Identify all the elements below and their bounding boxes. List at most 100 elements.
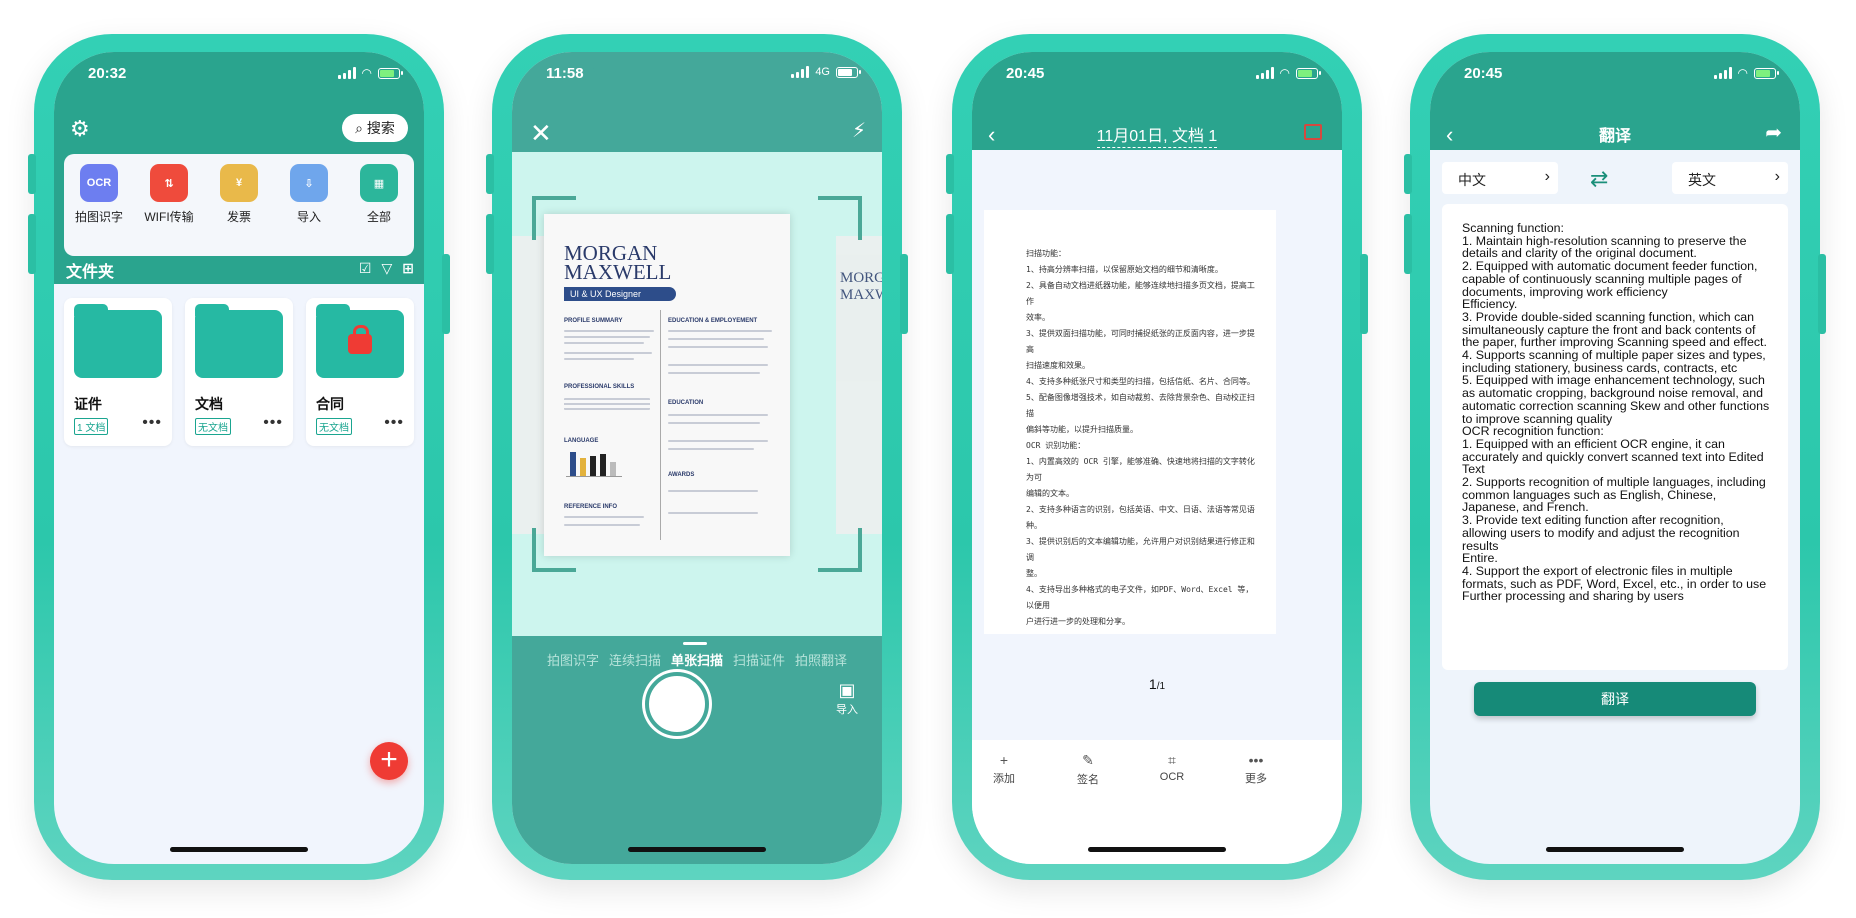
signal-icon [791,66,810,78]
toolbar-label: 添加 [993,773,1015,785]
toolbar-label: 更多 [1245,773,1267,785]
folder-icon [74,304,162,378]
add-page-button[interactable]: + 添加 [974,752,1034,786]
target-language-select[interactable]: 英文 › [1672,162,1788,194]
ocr-button[interactable]: ⌗ OCR [1142,752,1202,783]
chevron-right-icon: › [1774,168,1780,185]
text-line [668,414,768,416]
text-line [564,352,652,354]
status-time: 20:32 [88,65,127,82]
swap-languages-icon[interactable]: ⇄ [1590,166,1608,192]
translation-result[interactable]: Scanning function: 1. Maintain high-reso… [1442,204,1788,670]
quick-import[interactable]: ⇩ 导入 [279,164,339,225]
side-page-name: MAXW [840,287,882,303]
resume-last-name: MAXWELL [564,260,672,284]
resume-name: MORGAN MAXWELL [564,243,672,284]
import-button[interactable]: ▣ 导入 [836,680,858,717]
settings-gear-icon[interactable]: ⚙ [70,116,90,142]
wifi-icon: ◠ [1737,66,1748,80]
camera-viewfinder: MORG MAXW MORGAN MAXWELL UI & UX Designe… [512,152,882,636]
status-time: 20:45 [1464,65,1503,82]
skill-rows [564,398,650,410]
more-icon[interactable]: ••• [142,414,162,432]
tab-single-scan[interactable]: 单张扫描 [671,642,723,669]
doc-line: 1、持高分辨率扫描，以保留原始文档的细节和清晰度。 [1026,265,1223,274]
folder-card[interactable]: 证件 1 文档 ••• [64,298,172,446]
doc-line: 5、配备图像增强技术，如自动裁剪、去除背景杂色、自动校正扫描 [1026,393,1255,418]
text-line [668,364,768,366]
folder-actions: ☑ ▽ ⊞ [359,260,414,277]
text-line [564,516,644,518]
select-checkbox-icon[interactable]: ☑ [359,260,372,277]
pen-icon: ✎ [1082,752,1094,768]
quick-label: 导入 [296,210,321,224]
grid-icon: ▦ [360,164,398,202]
new-folder-icon[interactable]: ⊞ [402,260,414,277]
folder-icon [195,304,283,378]
flash-off-icon[interactable]: ⚡ [852,118,866,143]
quick-all[interactable]: ▦ 全部 [349,164,409,225]
more-icon[interactable]: ••• [384,414,404,432]
document-page: 扫描功能： 1、持高分辨率扫描，以保留原始文档的细节和清晰度。 2、具备自动文档… [984,210,1276,634]
battery-icon [836,66,861,78]
screen-document: 20:45 ◠ ‹ 11月01日, 文档 1 扫描功能： 1、持高分辨率扫描，以… [972,52,1342,864]
share-icon[interactable]: ➦ [1765,120,1782,145]
folder-name: 证件 [74,396,102,412]
tab-photo-ocr[interactable]: 拍图识字 [547,650,599,669]
tab-continuous-scan[interactable]: 连续扫描 [609,650,661,669]
signal-icon [1255,67,1274,79]
status-bar: 20:45 ◠ [972,52,1342,98]
page-total: /1 [1156,681,1166,692]
shutter-button[interactable] [645,672,709,736]
text-line [668,346,768,348]
more-icon[interactable]: ••• [263,414,283,432]
search-button[interactable]: ⌕ 搜索 [342,114,408,142]
tab-photo-translate[interactable]: 拍照翻译 [795,650,847,669]
resume-heading: EDUCATION & EMPLOYEMENT [668,318,758,324]
text-line [564,524,640,526]
document-toolbar: + 添加 ✎ 签名 ⌗ OCR ••• 更多 [972,740,1342,864]
document-title[interactable]: 11月01日, 文档 1 [972,122,1342,148]
doc-line: 1、内置高效的 OCR 引擎，能够准确、快速地将扫描的文字转化为可 [1026,457,1255,482]
scan-frame-corner [532,196,576,240]
tab-id-scan[interactable]: 扫描证件 [733,650,785,669]
wifi-transfer-icon: ⇅ [150,164,188,202]
translate-button[interactable]: 翻译 [1474,682,1756,716]
home-indicator [628,847,766,852]
phone-side-button [1404,154,1412,194]
scanner-bottom-bar: 拍图识字 连续扫描 单张扫描 扫描证件 拍照翻译 ▣ 导入 [512,636,882,864]
close-icon[interactable]: ✕ [530,118,552,149]
toolbar-label: OCR [1159,771,1185,783]
folder-count-badge: 1 文档 [74,418,109,435]
ocr-icon: ⌗ [1168,752,1176,768]
ocr-icon: OCR [80,164,118,202]
lock-icon[interactable] [1304,124,1322,140]
phone-side-button [900,254,908,334]
document-title-text: 11月01日, 文档 1 [1096,128,1218,148]
quick-ocr[interactable]: OCR 拍图识字 [69,164,129,225]
doc-line: 4、支持导出多种格式的电子文件，如PDF、Word、Excel 等，以便用 [1026,585,1254,610]
invoice-icon: ¥ [220,164,258,202]
text-line [668,330,772,332]
text-line [668,338,764,340]
source-language-select[interactable]: 中文 › [1442,162,1558,194]
scan-frame-corner [818,196,862,240]
filter-icon[interactable]: ▽ [381,260,392,277]
text-line [668,448,754,450]
doc-line: 户进行进一步的处理和分享。 [1026,617,1130,626]
quick-wifi-transfer[interactable]: ⇅ WIFI传输 [139,164,199,225]
phone-document: 20:45 ◠ ‹ 11月01日, 文档 1 扫描功能： 1、持高分辨率扫描，以… [946,34,1368,880]
phone-side-button [946,214,954,274]
wifi-icon: ◠ [1279,66,1290,80]
folder-card[interactable]: 合同 无文档 ••• [306,298,414,446]
status-icons: ◠ [1713,66,1779,80]
signal-icon [337,67,356,79]
side-page-name: MORG [840,270,882,286]
text-line [564,342,644,344]
add-fab-button[interactable]: + [370,742,408,780]
quick-invoice[interactable]: ¥ 发票 [209,164,269,225]
sign-button[interactable]: ✎ 签名 [1058,752,1118,787]
folder-card[interactable]: 文档 无文档 ••• [185,298,293,446]
folder-count-badge: 无文档 [316,418,352,435]
more-button[interactable]: ••• 更多 [1226,752,1286,786]
